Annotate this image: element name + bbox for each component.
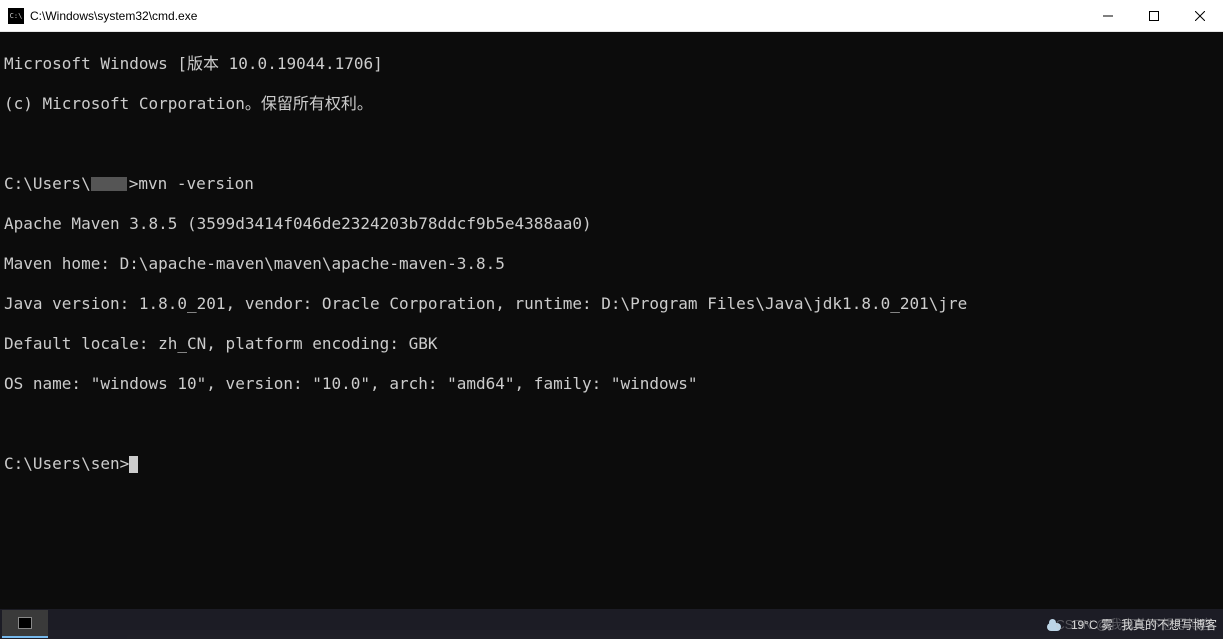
redacted-username bbox=[91, 177, 127, 191]
cmd-taskbar-icon bbox=[18, 617, 32, 629]
window-controls bbox=[1085, 0, 1223, 31]
output-line: (c) Microsoft Corporation。保留所有权利。 bbox=[4, 94, 1219, 114]
window-title: C:\Windows\system32\cmd.exe bbox=[30, 9, 197, 23]
output-line: Microsoft Windows [版本 10.0.19044.1706] bbox=[4, 54, 1219, 74]
cmd-icon bbox=[8, 8, 24, 24]
maximize-button[interactable] bbox=[1131, 0, 1177, 32]
taskbar[interactable]: 19°C 雾 我真的不想写博客 bbox=[0, 609, 1223, 639]
close-button[interactable] bbox=[1177, 0, 1223, 32]
output-line bbox=[4, 414, 1219, 434]
close-icon bbox=[1195, 11, 1205, 21]
minimize-icon bbox=[1103, 11, 1113, 21]
output-line: Maven home: D:\apache-maven\maven\apache… bbox=[4, 254, 1219, 274]
output-line: Apache Maven 3.8.5 (3599d3414f046de23242… bbox=[4, 214, 1219, 234]
minimize-button[interactable] bbox=[1085, 0, 1131, 32]
prompt-prefix: C:\Users\ bbox=[4, 174, 91, 193]
output-line bbox=[4, 134, 1219, 154]
titlebar[interactable]: C:\Windows\system32\cmd.exe bbox=[0, 0, 1223, 32]
weather-text: 19°C 雾 bbox=[1071, 616, 1113, 633]
output-line: Java version: 1.8.0_201, vendor: Oracle … bbox=[4, 294, 1219, 314]
terminal-cursor bbox=[129, 456, 138, 473]
current-prompt: C:\Users\sen> bbox=[4, 454, 129, 473]
system-tray[interactable]: 19°C 雾 我真的不想写博客 bbox=[1045, 616, 1223, 633]
prompt-line: C:\Users\ >mvn -version bbox=[4, 174, 1219, 194]
prompt-command: >mvn -version bbox=[129, 174, 254, 193]
cmd-window: C:\Windows\system32\cmd.exe Microsoft Wi… bbox=[0, 0, 1223, 630]
tray-extra-text: 我真的不想写博客 bbox=[1121, 616, 1217, 633]
maximize-icon bbox=[1149, 11, 1159, 21]
terminal-output[interactable]: Microsoft Windows [版本 10.0.19044.1706] (… bbox=[0, 32, 1223, 630]
output-line: Default locale: zh_CN, platform encoding… bbox=[4, 334, 1219, 354]
prompt-line-current: C:\Users\sen> bbox=[4, 454, 1219, 474]
output-line: OS name: "windows 10", version: "10.0", … bbox=[4, 374, 1219, 394]
taskbar-app-cmd[interactable] bbox=[2, 610, 48, 638]
weather-icon bbox=[1045, 617, 1063, 631]
